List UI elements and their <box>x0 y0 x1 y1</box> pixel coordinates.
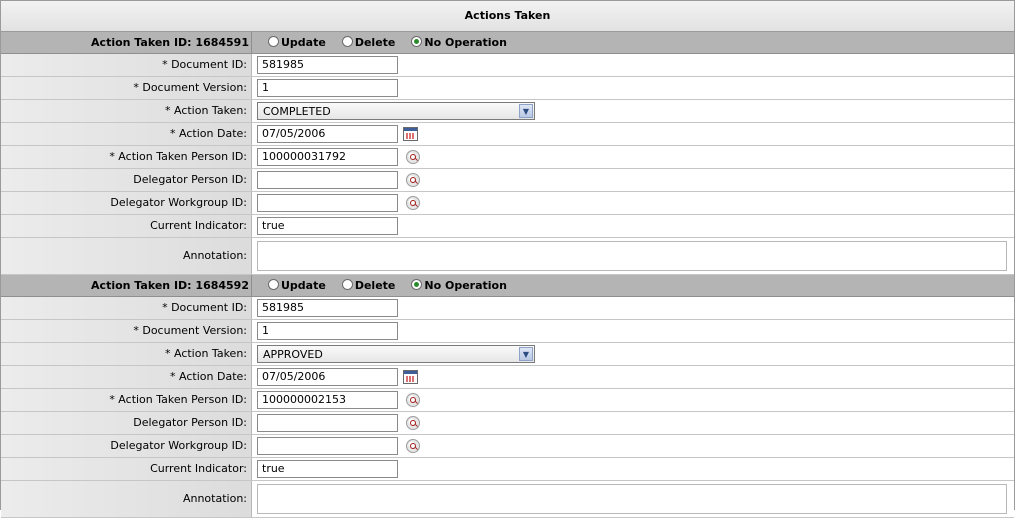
action-date-input[interactable]: 07/05/2006 <box>257 125 398 143</box>
no-operation-radio[interactable] <box>411 36 423 47</box>
update-radio-option[interactable]: Update <box>268 36 326 49</box>
lookup-search-icon[interactable] <box>406 439 420 453</box>
delegator-workgroup-id-label: Delegator Workgroup ID: <box>1 192 252 214</box>
document-id-input[interactable]: 581985 <box>257 299 398 317</box>
calendar-icon[interactable] <box>403 370 418 384</box>
document-version-label: * Document Version: <box>1 320 252 342</box>
annotation-row: Annotation: <box>1 238 1014 275</box>
action-taken-person-id-row: * Action Taken Person ID: 100000002153 <box>1 389 1014 412</box>
operation-radio-group: Update Delete No Operation <box>252 275 523 296</box>
document-version-label: * Document Version: <box>1 77 252 99</box>
action-date-input[interactable]: 07/05/2006 <box>257 368 398 386</box>
annotation-textarea[interactable] <box>257 241 1007 271</box>
action-date-label: * Action Date: <box>1 123 252 145</box>
delegator-workgroup-id-row: Delegator Workgroup ID: <box>1 435 1014 458</box>
action-header-2: Action Taken ID: 1684592 Update Delete N… <box>1 275 1014 297</box>
document-version-input[interactable]: 1 <box>257 322 398 340</box>
document-id-row: * Document ID: 581985 <box>1 54 1014 77</box>
lookup-search-icon[interactable] <box>406 196 420 210</box>
update-radio-option[interactable]: Update <box>268 279 326 292</box>
annotation-label: Annotation: <box>1 238 252 274</box>
delegator-person-id-input[interactable] <box>257 414 398 432</box>
delegator-workgroup-id-input[interactable] <box>257 437 398 455</box>
action-taken-select[interactable]: APPROVED ▼ <box>257 345 535 363</box>
action-taken-person-id-label: * Action Taken Person ID: <box>1 146 252 168</box>
current-indicator-row: Current Indicator: true <box>1 458 1014 481</box>
document-id-row: * Document ID: 581985 <box>1 297 1014 320</box>
document-version-input[interactable]: 1 <box>257 79 398 97</box>
delete-radio-option[interactable]: Delete <box>341 279 396 292</box>
action-taken-id-label: Action Taken ID: 1684592 <box>1 275 252 296</box>
action-header-1: Action Taken ID: 1684591 Update Delete N… <box>1 32 1014 54</box>
no-operation-radio-label: No Operation <box>424 279 507 292</box>
update-radio[interactable] <box>268 279 279 290</box>
current-indicator-input[interactable]: true <box>257 460 398 478</box>
calendar-icon[interactable] <box>403 127 418 141</box>
chevron-down-icon[interactable]: ▼ <box>519 104 533 118</box>
lookup-search-icon[interactable] <box>406 150 420 164</box>
current-indicator-input[interactable]: true <box>257 217 398 235</box>
delegator-person-id-label: Delegator Person ID: <box>1 169 252 191</box>
document-version-row: * Document Version: 1 <box>1 320 1014 343</box>
no-operation-radio-option[interactable]: No Operation <box>411 36 507 49</box>
action-taken-selected-value: COMPLETED <box>263 104 331 118</box>
delegator-workgroup-id-input[interactable] <box>257 194 398 212</box>
annotation-row: Annotation: <box>1 481 1014 518</box>
action-taken-person-id-row: * Action Taken Person ID: 100000031792 <box>1 146 1014 169</box>
chevron-down-icon[interactable]: ▼ <box>519 347 533 361</box>
document-id-label: * Document ID: <box>1 54 252 76</box>
annotation-label: Annotation: <box>1 481 252 517</box>
lookup-search-icon[interactable] <box>406 416 420 430</box>
delete-radio[interactable] <box>341 36 353 47</box>
action-taken-label: * Action Taken: <box>1 100 252 122</box>
current-indicator-label: Current Indicator: <box>1 215 252 237</box>
delete-radio-label: Delete <box>354 36 396 49</box>
current-indicator-label: Current Indicator: <box>1 458 252 480</box>
no-operation-radio-label: No Operation <box>424 36 507 49</box>
lookup-search-icon[interactable] <box>406 393 420 407</box>
action-taken-selected-value: APPROVED <box>263 347 323 361</box>
action-date-row: * Action Date: 07/05/2006 <box>1 366 1014 389</box>
current-indicator-row: Current Indicator: true <box>1 215 1014 238</box>
update-radio-label: Update <box>281 279 326 292</box>
action-date-label: * Action Date: <box>1 366 252 388</box>
no-operation-radio[interactable] <box>411 279 423 290</box>
update-radio-label: Update <box>281 36 326 49</box>
delegator-person-id-label: Delegator Person ID: <box>1 412 252 434</box>
action-taken-person-id-input[interactable]: 100000031792 <box>257 148 398 166</box>
action-taken-label: * Action Taken: <box>1 343 252 365</box>
actions-taken-panel: Actions Taken Action Taken ID: 1684591 U… <box>0 0 1015 518</box>
update-radio[interactable] <box>268 36 279 47</box>
delete-radio-option[interactable]: Delete <box>341 36 396 49</box>
delegator-person-id-row: Delegator Person ID: <box>1 412 1014 435</box>
action-taken-select[interactable]: COMPLETED ▼ <box>257 102 535 120</box>
action-taken-person-id-input[interactable]: 100000002153 <box>257 391 398 409</box>
delegator-workgroup-id-label: Delegator Workgroup ID: <box>1 435 252 457</box>
action-taken-row: * Action Taken: COMPLETED ▼ <box>1 100 1014 123</box>
no-operation-radio-option[interactable]: No Operation <box>411 279 507 292</box>
document-id-label: * Document ID: <box>1 297 252 319</box>
action-date-row: * Action Date: 07/05/2006 <box>1 123 1014 146</box>
delegator-person-id-input[interactable] <box>257 171 398 189</box>
delegator-workgroup-id-row: Delegator Workgroup ID: <box>1 192 1014 215</box>
operation-radio-group: Update Delete No Operation <box>252 32 523 53</box>
delete-radio[interactable] <box>341 279 353 290</box>
delete-radio-label: Delete <box>354 279 396 292</box>
lookup-search-icon[interactable] <box>406 173 420 187</box>
document-version-row: * Document Version: 1 <box>1 77 1014 100</box>
action-taken-row: * Action Taken: APPROVED ▼ <box>1 343 1014 366</box>
action-taken-person-id-label: * Action Taken Person ID: <box>1 389 252 411</box>
document-id-input[interactable]: 581985 <box>257 56 398 74</box>
panel-title: Actions Taken <box>1 1 1014 32</box>
action-taken-id-label: Action Taken ID: 1684591 <box>1 32 252 53</box>
delegator-person-id-row: Delegator Person ID: <box>1 169 1014 192</box>
